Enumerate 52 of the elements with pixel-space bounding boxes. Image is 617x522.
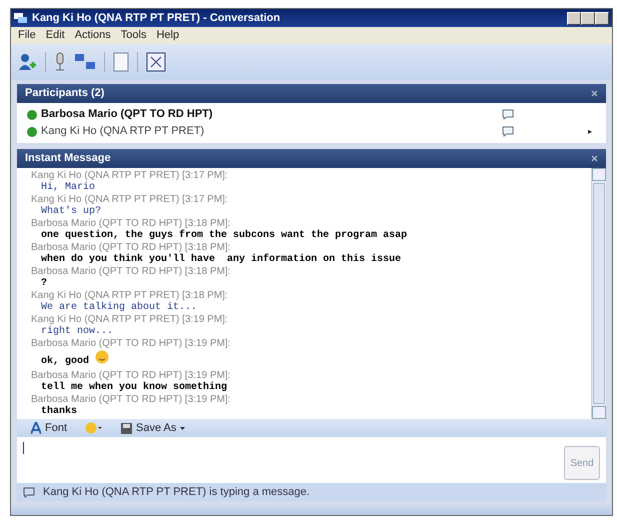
window-title: Kang Ki Ho (QNA RTP PT PRET) - Conversation — [32, 10, 280, 26]
minimize-button[interactable] — [567, 12, 581, 24]
message-text: ? — [41, 278, 48, 289]
sender-line: Kang Ki Ho (QNA RTP PT PRET) [3:17 PM]: — [31, 194, 229, 206]
menu-item[interactable]: Edit — [40, 27, 70, 44]
chat-bubble-icon[interactable] — [502, 126, 514, 137]
add-contact-icon[interactable] — [17, 52, 37, 72]
sender-line: Kang Ki Ho (QNA RTP PT PRET) [3:19 PM]: — [31, 314, 229, 326]
message-text: What's up? — [41, 206, 102, 217]
menu-item[interactable]: File — [13, 27, 41, 44]
emoticon-icon[interactable] — [85, 422, 104, 434]
close-icon[interactable] — [591, 90, 598, 97]
message-text: tell me when you know something — [41, 382, 228, 393]
close-icon[interactable] — [591, 155, 598, 162]
message-text: right now... — [41, 326, 114, 337]
microphone-icon[interactable] — [54, 52, 66, 72]
speech-bubble-icon — [23, 486, 35, 498]
sender-line: Barbosa Mario (QPT TO RD HPT) [3:18 PM]: — [31, 242, 232, 254]
sender-line: Barbosa Mario (QPT TO RD HPT) [3:19 PM]: — [31, 370, 232, 382]
maximize-button[interactable] — [581, 12, 595, 24]
message-text: ok, good — [41, 356, 90, 367]
menu-item[interactable]: Actions — [70, 27, 116, 44]
message-text: thanks — [41, 406, 78, 417]
expand-icon[interactable] — [146, 52, 166, 72]
arrow-icon[interactable]: ▸ — [588, 126, 596, 138]
menu-item[interactable]: Tools — [116, 27, 152, 44]
participant-name[interactable]: Kang Ki Ho (QNA RTP PT PRET) — [41, 123, 204, 140]
panel-title: Instant Message — [25, 151, 111, 166]
font-icon — [31, 422, 41, 434]
participant-name[interactable]: Barbosa Mario (QPT TO RD HPT) — [41, 106, 213, 123]
message-text: Hi, Mario — [41, 182, 96, 193]
sender-line: Barbosa Mario (QPT TO RD HPT) [3:18 PM]: — [31, 266, 232, 278]
scrollbar[interactable] — [591, 168, 606, 419]
chat-bubble-icon[interactable] — [502, 109, 514, 120]
sender-line: Barbosa Mario (QPT TO RD HPT) [3:18 PM]: — [31, 218, 232, 230]
caret-icon — [180, 426, 186, 430]
screens-icon[interactable] — [74, 53, 96, 71]
panel-title: Participants (2) — [25, 86, 104, 102]
sender-line: Barbosa Mario (QPT TO RD HPT) [3:19 PM]: — [31, 394, 232, 406]
message-text: one question, the guys from the subcons want the program asap — [41, 230, 408, 241]
menu-item[interactable]: Help — [151, 27, 184, 44]
document-icon[interactable] — [113, 52, 129, 72]
message-text: when do you think you'll have any information on this issue — [41, 254, 402, 265]
font-button[interactable]: Font — [31, 420, 68, 436]
close-button[interactable] — [595, 12, 609, 24]
status-text: Kang Ki Ho (QNA RTP PT PRET) is typing a message. — [43, 484, 310, 500]
sender-line: Kang Ki Ho (QNA RTP PT PRET) [3:18 PM]: — [31, 290, 229, 302]
save-as-button[interactable]: Save As — [121, 420, 186, 436]
chat-bubbles-icon — [14, 12, 28, 24]
sender-line: Kang Ki Ho (QNA RTP PT PRET) [3:17 PM]: — [31, 170, 229, 182]
sender-line: Barbosa Mario (QPT TO RD HPT) [3:19 PM]: — [31, 338, 232, 350]
message-text: We are talking about it... — [41, 302, 198, 313]
